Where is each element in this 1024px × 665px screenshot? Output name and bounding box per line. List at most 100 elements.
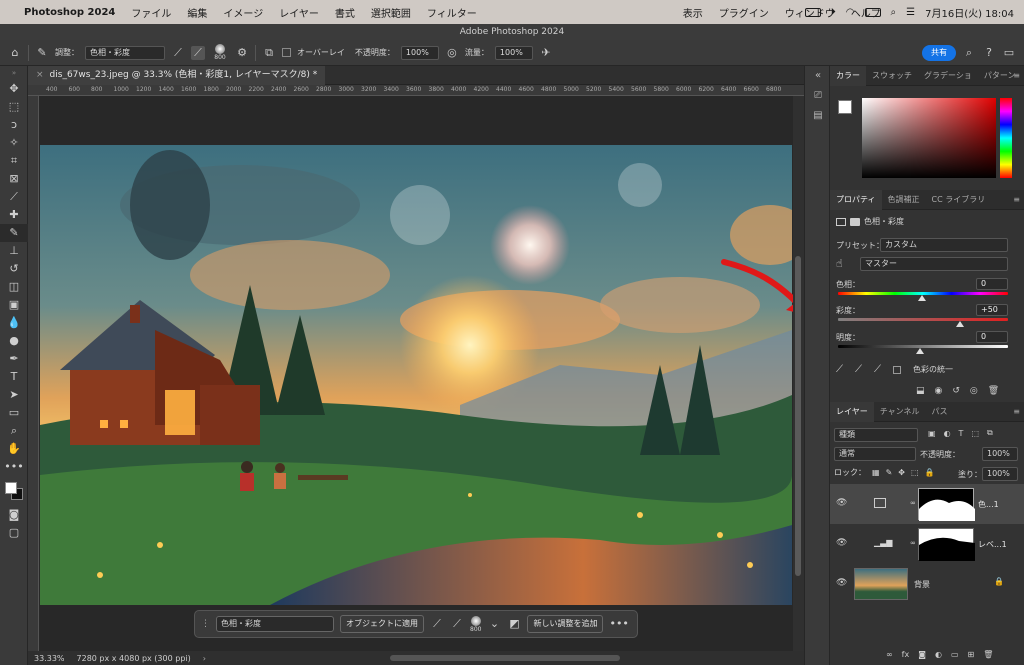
tab-swatches[interactable]: スウォッチ xyxy=(866,66,918,86)
lightness-value[interactable]: 0 xyxy=(976,331,1008,343)
link-layers-icon[interactable]: ∞ xyxy=(886,650,893,659)
toolbar-grip-icon[interactable]: » xyxy=(0,66,28,80)
adjustment-brush-tool-icon[interactable]: ✎ xyxy=(0,224,28,242)
move-tool-icon[interactable]: ✥ xyxy=(0,80,28,98)
channel-select[interactable]: マスター xyxy=(860,257,1008,271)
adjust-select[interactable]: 色相・彩度 xyxy=(85,45,165,60)
filter-smart-icon[interactable]: ⧉ xyxy=(987,428,993,438)
lightness-slider-thumb[interactable] xyxy=(916,348,924,354)
quick-mask-icon[interactable]: ◙ xyxy=(0,506,28,524)
mask-icon[interactable] xyxy=(850,217,860,226)
blend-mode-select[interactable]: 通常 xyxy=(834,447,916,461)
panel-menu-icon[interactable]: ≡ xyxy=(1013,190,1020,210)
new-adjustment-icon[interactable]: ◐ xyxy=(935,650,942,659)
layer-row-levels[interactable]: 👁 ▁▃▆ ∞ レベ...1 xyxy=(830,524,1024,564)
panel-menu-icon[interactable]: ≡ xyxy=(1013,402,1020,422)
clone-stamp-tool-icon[interactable]: ⊥ xyxy=(0,242,28,260)
lock-position-icon[interactable]: ✥ xyxy=(898,468,905,477)
taskbar-brush-size[interactable]: 800 xyxy=(470,615,481,633)
adjustment-brush-icon[interactable]: ✎ xyxy=(35,46,49,60)
document-tab[interactable]: × dis_67ws_23.jpeg @ 33.3% (色相・彩度1, レイヤーマ… xyxy=(28,66,326,85)
visibility-eye-icon[interactable]: 👁 xyxy=(836,498,848,508)
delete-layer-icon[interactable]: 🗑 xyxy=(983,650,993,659)
lock-transparency-icon[interactable]: ▦ xyxy=(872,468,880,477)
marquee-tool-icon[interactable]: ⬚ xyxy=(0,98,28,116)
foreground-swatch[interactable] xyxy=(838,100,852,114)
rectangle-tool-icon[interactable]: ▭ xyxy=(0,404,28,422)
filter-pixel-icon[interactable]: ▣ xyxy=(928,429,936,438)
tab-channels[interactable]: チャンネル xyxy=(874,402,926,422)
eyedropper-plus-icon[interactable]: ⟋ xyxy=(855,364,862,375)
color-picker-field[interactable] xyxy=(862,98,996,178)
app-menu[interactable]: Photoshop 2024 xyxy=(24,7,115,18)
gradient-tool-icon[interactable]: ▣ xyxy=(0,296,28,314)
wifi-icon[interactable]: ◠ xyxy=(846,7,855,18)
tab-color[interactable]: カラー xyxy=(830,66,866,86)
eyedropper-minus-icon[interactable]: ⟋ xyxy=(874,364,881,375)
panel-menu-icon[interactable]: ≡ xyxy=(1013,66,1020,86)
eyedropper-tool-icon[interactable]: ⟋ xyxy=(0,188,28,206)
search-icon[interactable]: ⌕ xyxy=(962,46,976,60)
new-group-icon[interactable]: ▭ xyxy=(951,650,959,659)
filter-shape-icon[interactable]: ⬚ xyxy=(971,429,979,438)
menu-layer[interactable]: レイヤー xyxy=(279,5,319,20)
delete-icon[interactable]: 🗑 xyxy=(988,386,999,396)
layer-row-hue-saturation[interactable]: 👁 ∞ 色...1 xyxy=(830,484,1024,524)
layer-name[interactable]: レベ...1 xyxy=(978,539,1007,550)
healing-brush-tool-icon[interactable]: ✚ xyxy=(0,206,28,224)
pen-tool-icon[interactable]: ✒ xyxy=(0,350,28,368)
pressure-opacity-icon[interactable]: ◎ xyxy=(445,46,459,60)
edit-toolbar-icon[interactable]: ••• xyxy=(0,458,28,476)
layer-row-background[interactable]: 👁 背景 🔒 xyxy=(830,564,1024,604)
menu-view[interactable]: 表示 xyxy=(683,5,703,20)
adjustment-type-select[interactable]: 色相・彩度 xyxy=(216,616,334,632)
keyboard-icon[interactable] xyxy=(864,7,881,17)
help-icon[interactable]: ? xyxy=(982,46,996,60)
view-previous-icon[interactable]: ◉ xyxy=(935,386,943,396)
layer-thumbnail[interactable] xyxy=(854,568,908,600)
document-image[interactable] xyxy=(40,145,792,605)
tab-paths[interactable]: パス xyxy=(926,402,954,422)
more-options-icon[interactable]: ••• xyxy=(609,617,628,631)
menubar-clock[interactable]: 7月16日(火) 18:04 xyxy=(925,5,1014,20)
sample-layers-icon[interactable]: ⧉ xyxy=(262,46,276,60)
blur-tool-icon[interactable]: 💧 xyxy=(0,314,28,332)
tab-properties[interactable]: プロパティ xyxy=(830,190,882,210)
brush-add-icon[interactable]: ⟋ xyxy=(430,617,444,631)
fill-field[interactable]: 100% xyxy=(982,467,1018,481)
layer-name[interactable]: 色...1 xyxy=(978,499,999,510)
colorize-checkbox[interactable] xyxy=(893,365,901,374)
taskbar-grip-icon[interactable]: ⋮ xyxy=(201,619,210,629)
layer-mask-thumbnail[interactable] xyxy=(918,488,975,521)
chevron-down-icon[interactable]: ⌄ xyxy=(487,617,501,631)
brush-mode-icon[interactable]: ⟋ xyxy=(171,46,185,60)
horizontal-scroll-thumb[interactable] xyxy=(390,655,620,661)
screen-mode-icon[interactable]: ▢ xyxy=(0,524,28,542)
apply-to-object-button[interactable]: オブジェクトに適用 xyxy=(340,615,424,633)
lock-artboard-icon[interactable]: ⬚ xyxy=(911,468,919,477)
visibility-eye-icon[interactable]: 👁 xyxy=(836,578,848,588)
filter-type-icon[interactable]: T xyxy=(959,429,964,438)
saturation-slider-track[interactable] xyxy=(838,318,1008,321)
layer-style-icon[interactable]: fx xyxy=(902,650,910,659)
reset-icon[interactable]: ↺ xyxy=(952,386,960,396)
collapse-panels-icon[interactable]: « xyxy=(805,66,831,86)
workspace-icon[interactable]: ▭ xyxy=(1002,46,1016,60)
tab-gradients[interactable]: グラデーショ xyxy=(918,66,978,86)
vertical-ruler[interactable] xyxy=(28,96,39,651)
airbrush-icon[interactable]: ✈ xyxy=(539,46,553,60)
battery-icon[interactable] xyxy=(804,7,821,17)
object-select-tool-icon[interactable]: ✧ xyxy=(0,134,28,152)
document-info[interactable]: 7280 px x 4080 px (300 ppi) xyxy=(77,654,191,663)
brush-subtract-icon[interactable]: ⟋ xyxy=(450,617,464,631)
path-select-tool-icon[interactable]: ➤ xyxy=(0,386,28,404)
new-adjustment-button[interactable]: 新しい調整を追加 xyxy=(527,615,604,633)
layer-opacity-field[interactable]: 100% xyxy=(982,447,1018,461)
menu-plugins[interactable]: プラグイン xyxy=(719,5,769,20)
hue-slider[interactable] xyxy=(1000,98,1012,178)
history-brush-tool-icon[interactable]: ↺ xyxy=(0,260,28,278)
control-center-icon[interactable]: ☰ xyxy=(906,7,915,18)
hue-slider-thumb[interactable] xyxy=(918,295,926,301)
saturation-slider-thumb[interactable] xyxy=(956,321,964,327)
spotlight-icon[interactable]: ⌕ xyxy=(891,7,897,18)
